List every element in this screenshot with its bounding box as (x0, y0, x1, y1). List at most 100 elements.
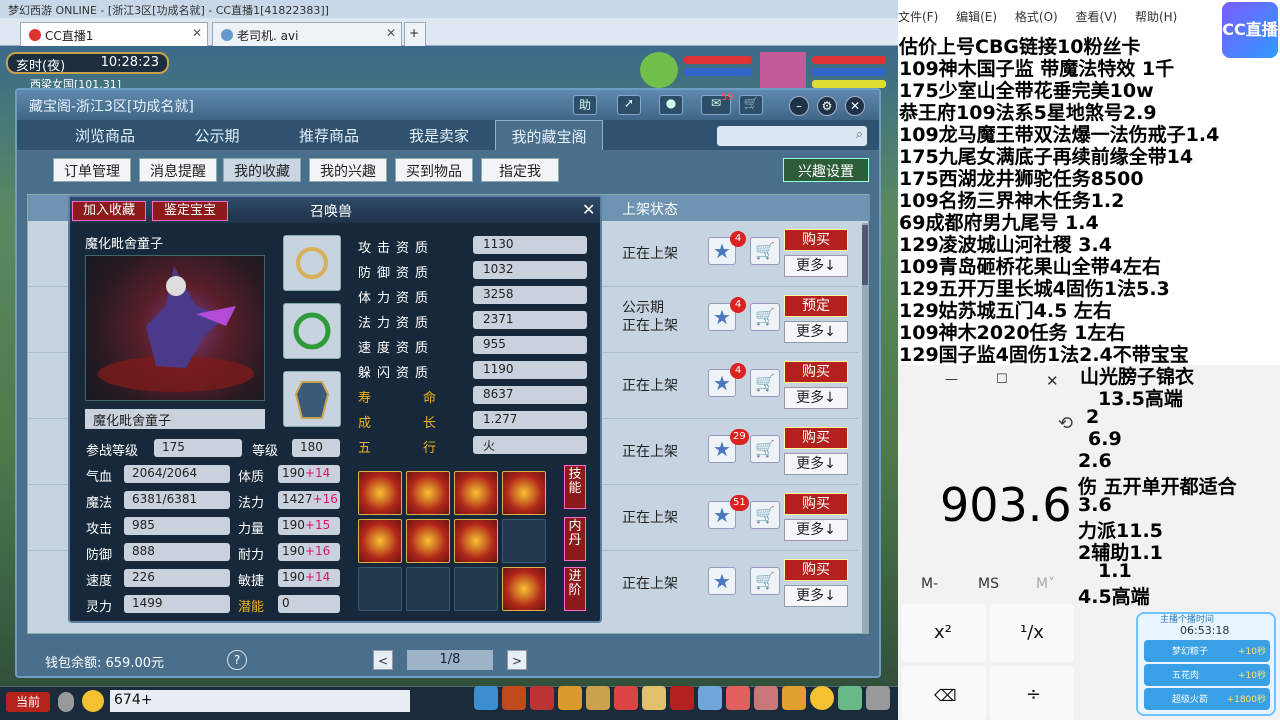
emoji-icon[interactable] (82, 690, 104, 712)
next-page-button[interactable]: > (507, 650, 527, 670)
search-input[interactable]: ⌕ (717, 126, 867, 146)
prev-page-button[interactable]: < (373, 650, 393, 670)
cart-icon[interactable]: 🛒 (750, 567, 780, 595)
divide-button[interactable]: ÷ (990, 666, 1074, 720)
cart-icon[interactable]: 🛒 (750, 501, 780, 529)
cart-icon[interactable]: 🛒 (750, 303, 780, 331)
advance-button[interactable]: 进阶 (564, 567, 586, 611)
skill-icon[interactable] (726, 686, 750, 710)
system-icon[interactable] (838, 686, 862, 710)
give-icon[interactable] (530, 686, 554, 710)
more-button[interactable]: 更多↓ (784, 321, 848, 343)
tab-my-pavilion[interactable]: 我的藏宝阁 (495, 120, 603, 150)
subtab-favorites[interactable]: 我的收藏 (223, 158, 301, 182)
help-icon[interactable]: 助 (573, 95, 597, 115)
skill-slot[interactable] (502, 567, 546, 611)
help-button[interactable]: ? (227, 650, 247, 670)
subtab-interests[interactable]: 我的兴趣 (309, 158, 387, 182)
menu-file[interactable]: 文件(F) (898, 10, 938, 24)
chat-input[interactable]: 674+ (110, 690, 410, 712)
square-button[interactable]: x² (902, 604, 986, 662)
search-icon[interactable]: ⌕ (856, 127, 863, 142)
buy-button[interactable]: 购买 (784, 493, 848, 515)
trade-icon[interactable] (558, 686, 582, 710)
menu-help[interactable]: 帮助(H) (1135, 10, 1177, 24)
memory-minus-button[interactable]: M- (921, 576, 938, 592)
skill-slot[interactable] (406, 471, 450, 515)
task-icon[interactable] (642, 686, 666, 710)
skill-slot[interactable] (454, 519, 498, 563)
player-avatar[interactable] (760, 52, 806, 90)
appraise-button[interactable]: 鉴定宝宝 (152, 201, 228, 221)
minimize-icon[interactable]: – (789, 96, 809, 116)
tab-cc-live[interactable]: CC直播1 ✕ (20, 22, 208, 46)
pet-icon[interactable] (614, 686, 638, 710)
team-icon[interactable] (586, 686, 610, 710)
equipment-slot-2[interactable] (283, 303, 341, 359)
skills-button[interactable]: 技能 (564, 465, 586, 509)
settings-icon[interactable]: ⚙ (817, 96, 837, 116)
attack-icon[interactable] (474, 686, 498, 710)
microphone-icon[interactable] (58, 692, 74, 712)
new-tab-button[interactable]: + (404, 22, 426, 46)
reciprocal-button[interactable]: ¹/x (990, 604, 1074, 662)
more-button[interactable]: 更多↓ (784, 387, 848, 409)
inner-core-button[interactable]: 内丹 (564, 517, 586, 561)
equipment-slot-1[interactable] (283, 235, 341, 291)
tab-recommend[interactable]: 推荐商品 (279, 120, 379, 150)
close-icon[interactable]: ✕ (192, 26, 202, 40)
share-icon[interactable]: ➚ (617, 95, 641, 115)
interest-settings-button[interactable]: 兴趣设置 (783, 158, 869, 182)
cart-icon[interactable]: 🛒 (750, 237, 780, 265)
record-icon[interactable]: ● (659, 95, 683, 115)
smile-icon[interactable] (810, 686, 834, 710)
subtab-messages[interactable]: 消息提醒 (139, 158, 217, 182)
buy-button[interactable]: 购买 (784, 427, 848, 449)
cart-icon[interactable]: 🛒 (739, 95, 763, 115)
backspace-button[interactable]: ⌫ (902, 666, 986, 720)
menu-edit[interactable]: 编辑(E) (956, 10, 997, 24)
menu-view[interactable]: 查看(V) (1076, 10, 1118, 24)
buy-button[interactable]: 购买 (784, 361, 848, 383)
computer-icon[interactable] (866, 686, 890, 710)
memory-list-button[interactable]: M˅ (1036, 576, 1055, 592)
close-icon[interactable]: ✕ (386, 26, 396, 40)
skill-slot[interactable] (406, 519, 450, 563)
item-icon[interactable] (502, 686, 526, 710)
calc-close-icon[interactable]: ✕ (1046, 372, 1059, 390)
subtab-assigned[interactable]: 指定我 (481, 158, 559, 182)
history-icon[interactable]: ⟲ (1058, 413, 1073, 434)
pet-avatar[interactable] (640, 52, 678, 88)
calc-minimize-icon[interactable]: — (945, 372, 958, 387)
tab-video[interactable]: 老司机. avi ✕ (212, 22, 402, 46)
tab-seller[interactable]: 我是卖家 (389, 120, 489, 150)
skill-slot[interactable] (358, 519, 402, 563)
subtab-orders[interactable]: 订单管理 (53, 158, 131, 182)
close-icon[interactable]: ✕ (845, 96, 865, 116)
tab-public[interactable]: 公示期 (167, 120, 267, 150)
skill-slot[interactable] (358, 471, 402, 515)
cart-icon[interactable]: 🛒 (750, 435, 780, 463)
quest-icon[interactable] (698, 686, 722, 710)
scrollbar-thumb[interactable] (862, 225, 868, 285)
more-button[interactable]: 更多↓ (784, 585, 848, 607)
close-icon[interactable]: ✕ (582, 200, 595, 219)
more-button[interactable]: 更多↓ (784, 519, 848, 541)
more-button[interactable]: 更多↓ (784, 453, 848, 475)
chat-channel-button[interactable]: 当前 (6, 692, 50, 712)
star-icon[interactable]: ★ (708, 567, 736, 595)
memory-store-button[interactable]: MS (978, 576, 999, 592)
skill-slot[interactable] (502, 471, 546, 515)
tab-browse[interactable]: 浏览商品 (55, 120, 155, 150)
guild-icon[interactable] (670, 686, 694, 710)
buy-button[interactable]: 购买 (784, 229, 848, 251)
skill-slot[interactable] (454, 471, 498, 515)
cart-icon[interactable]: 🛒 (750, 369, 780, 397)
menu-format[interactable]: 格式(O) (1015, 10, 1058, 24)
subtab-purchased[interactable]: 买到物品 (395, 158, 473, 182)
reserve-button[interactable]: 预定 (784, 295, 848, 317)
friend-icon[interactable] (754, 686, 778, 710)
more-button[interactable]: 更多↓ (784, 255, 848, 277)
equipment-slot-3[interactable] (283, 371, 341, 427)
buy-button[interactable]: 购买 (784, 559, 848, 581)
